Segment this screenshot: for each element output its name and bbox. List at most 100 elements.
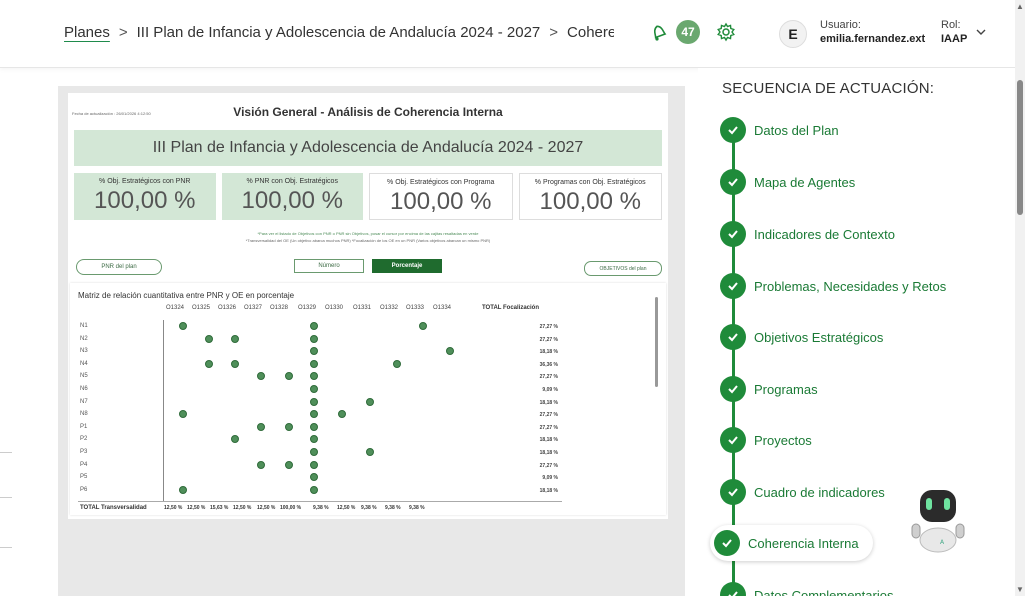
matrix-row-label: P5 [80,474,88,481]
kpi-label: % PNR con Obj. Estratégicos [246,178,338,185]
kpi-row: % Obj. Estratégicos con PNR 100,00 % % P… [74,173,662,220]
notification-count-badge[interactable]: 47 [676,20,700,44]
matrix-row-label: P6 [80,486,88,493]
matrix-relation-dot[interactable] [446,347,454,356]
kpi-card[interactable]: % Programas con Obj. Estratégicos 100,00… [518,173,662,220]
sequence-step-mapa-de-agentes[interactable]: Mapa de Agentes [720,169,855,195]
matrix-relation-dot[interactable] [310,347,318,356]
matrix-relation-dot[interactable] [310,322,318,330]
matrix-relation-dot[interactable] [419,322,427,330]
matrix-row-label: N2 [80,335,88,342]
matrix-relation-dot[interactable] [310,473,318,482]
sequence-step-problemas-necesidades-y-retos[interactable]: Problemas, Necesidades y Retos [720,273,946,299]
left-divider [0,497,12,498]
kpi-card[interactable]: % PNR con Obj. Estratégicos 100,00 % [221,173,363,220]
check-circle-icon [720,273,746,299]
matrix-relation-dot[interactable] [205,334,213,343]
breadcrumb: Planes > III Plan de Infancia y Adolesce… [54,22,614,42]
scrollbar-thumb[interactable] [1017,80,1023,215]
matrix-relation-dot[interactable] [366,448,374,456]
matrix-relation-dot[interactable] [310,460,318,469]
matrix-relation-dot[interactable] [366,397,374,406]
sequence-step-label: Mapa de Agentes [754,174,856,190]
sequence-step-objetivos-estrat-gicos[interactable]: Objetivos Estratégicos [720,324,883,350]
matrix-relation-dot[interactable] [310,422,318,431]
sequence-step-programas[interactable]: Programas [720,376,818,402]
matrix-relation-dot[interactable] [310,435,318,444]
matrix-row-label: N6 [80,386,88,392]
sequence-step-proyectos[interactable]: Proyectos [720,427,812,453]
kpi-card[interactable]: % Obj. Estratégicos con Programa 100,00 … [369,173,513,220]
breadcrumb-planes-link[interactable]: Planes [64,24,110,41]
matrix-relation-dot[interactable] [310,359,318,368]
sequence-step-indicadores-de-contexto[interactable]: Indicadores de Contexto [720,221,895,247]
matrix-relation-dot[interactable] [338,410,346,419]
matrix-relation-dot[interactable] [310,385,318,393]
check-circle-icon [714,530,740,556]
total-transversalidad-value: 12,50 % [337,505,356,511]
total-transversalidad-value: 15,63 % [210,505,229,511]
sequence-step-label: Datos del Plan [754,122,839,138]
notification-bell-icon[interactable] [648,21,670,43]
left-divider [0,547,12,548]
matrix-relation-dot[interactable] [257,372,265,381]
matrix-column-header: O1331 [353,305,372,311]
matrix-relation-dot[interactable] [179,410,187,419]
matrix-relation-dot[interactable] [310,372,318,381]
matrix-relation-dot[interactable] [231,435,239,444]
matrix-relation-dot[interactable] [310,397,318,406]
matrix-row-total: 18,18 % [539,487,558,494]
numero-toggle-button[interactable]: Número [294,259,364,273]
matrix-relation-dot[interactable] [285,422,293,431]
matrix-row-label: N8 [80,411,88,418]
matrix-relation-dot[interactable] [310,485,318,494]
breadcrumb-plan[interactable]: III Plan de Infancia y Adolescencia de A… [137,24,541,41]
total-transversalidad-value: 9,38 % [385,505,401,511]
matrix-relation-dot[interactable] [393,359,401,368]
total-transversalidad-value: 100,00 % [280,505,302,511]
breadcrumb-separator: > [549,23,559,41]
matrix-row-label: N7 [80,398,88,405]
page-scrollbar[interactable]: ▲ ▼ [1015,0,1025,596]
total-transversalidad-value: 9,38 % [409,505,425,511]
sequence-step-coherencia-interna[interactable]: Coherencia Interna [710,525,873,561]
top-header: Planes > III Plan de Infancia y Adolesce… [0,0,1015,68]
matrix-relation-dot[interactable] [179,322,187,330]
matrix-relation-dot[interactable] [310,410,318,419]
matrix-relation-dot[interactable] [257,460,265,469]
avatar[interactable]: E [779,20,807,48]
scroll-down-icon[interactable]: ▼ [1016,585,1024,594]
matrix-column-header: O1328 [270,305,289,311]
matrix-row-label: N1 [80,323,88,329]
matrix-relation-dot[interactable] [310,448,318,456]
objetivos-del-plan-button[interactable]: OBJETIVOS del plan [584,261,662,276]
matrix-relation-dot[interactable] [257,422,265,431]
matrix-relation-dot[interactable] [231,359,239,368]
breadcrumb-current: Coherencia Interna [567,23,614,41]
matrix-relation-dot[interactable] [231,334,239,343]
matrix-relation-dot[interactable] [285,460,293,469]
gear-icon[interactable] [716,22,736,42]
report-title: Visión General - Análisis de Coherencia … [233,105,503,119]
matrix-row-total: 27,27 % [539,324,558,330]
scroll-up-icon[interactable]: ▲ [1016,2,1024,11]
matrix-relation-dot[interactable] [205,359,213,368]
sequence-step-datos-del-plan[interactable]: Datos del Plan [720,117,839,143]
kpi-value: 100,00 % [241,187,343,214]
chevron-down-icon[interactable] [975,26,987,38]
matrix-relation-dot[interactable] [285,372,293,381]
pnr-del-plan-button[interactable]: PNR del plan [76,259,162,275]
porcentaje-toggle-button[interactable]: Porcentaje [372,259,442,273]
user-label: Usuario: [820,19,861,31]
matrix-relation-dot[interactable] [310,334,318,343]
matrix-scrollbar[interactable] [655,297,658,387]
note-line: *Transversalidad del OE (Un objetivo aba… [245,238,491,243]
sequence-step-datos-complementarios[interactable]: Datos Complementarios [720,582,893,596]
user-value: emilia.fernandez.ext [820,33,926,45]
assistant-robot-icon[interactable]: A [908,484,968,554]
sequence-step-cuadro-de-indicadores[interactable]: Cuadro de indicadores [720,479,885,505]
matrix-row-label: N3 [80,348,88,355]
kpi-card[interactable]: % Obj. Estratégicos con PNR 100,00 % [74,173,216,220]
matrix-relation-dot[interactable] [179,485,187,494]
matrix-row-label: N4 [80,360,88,367]
